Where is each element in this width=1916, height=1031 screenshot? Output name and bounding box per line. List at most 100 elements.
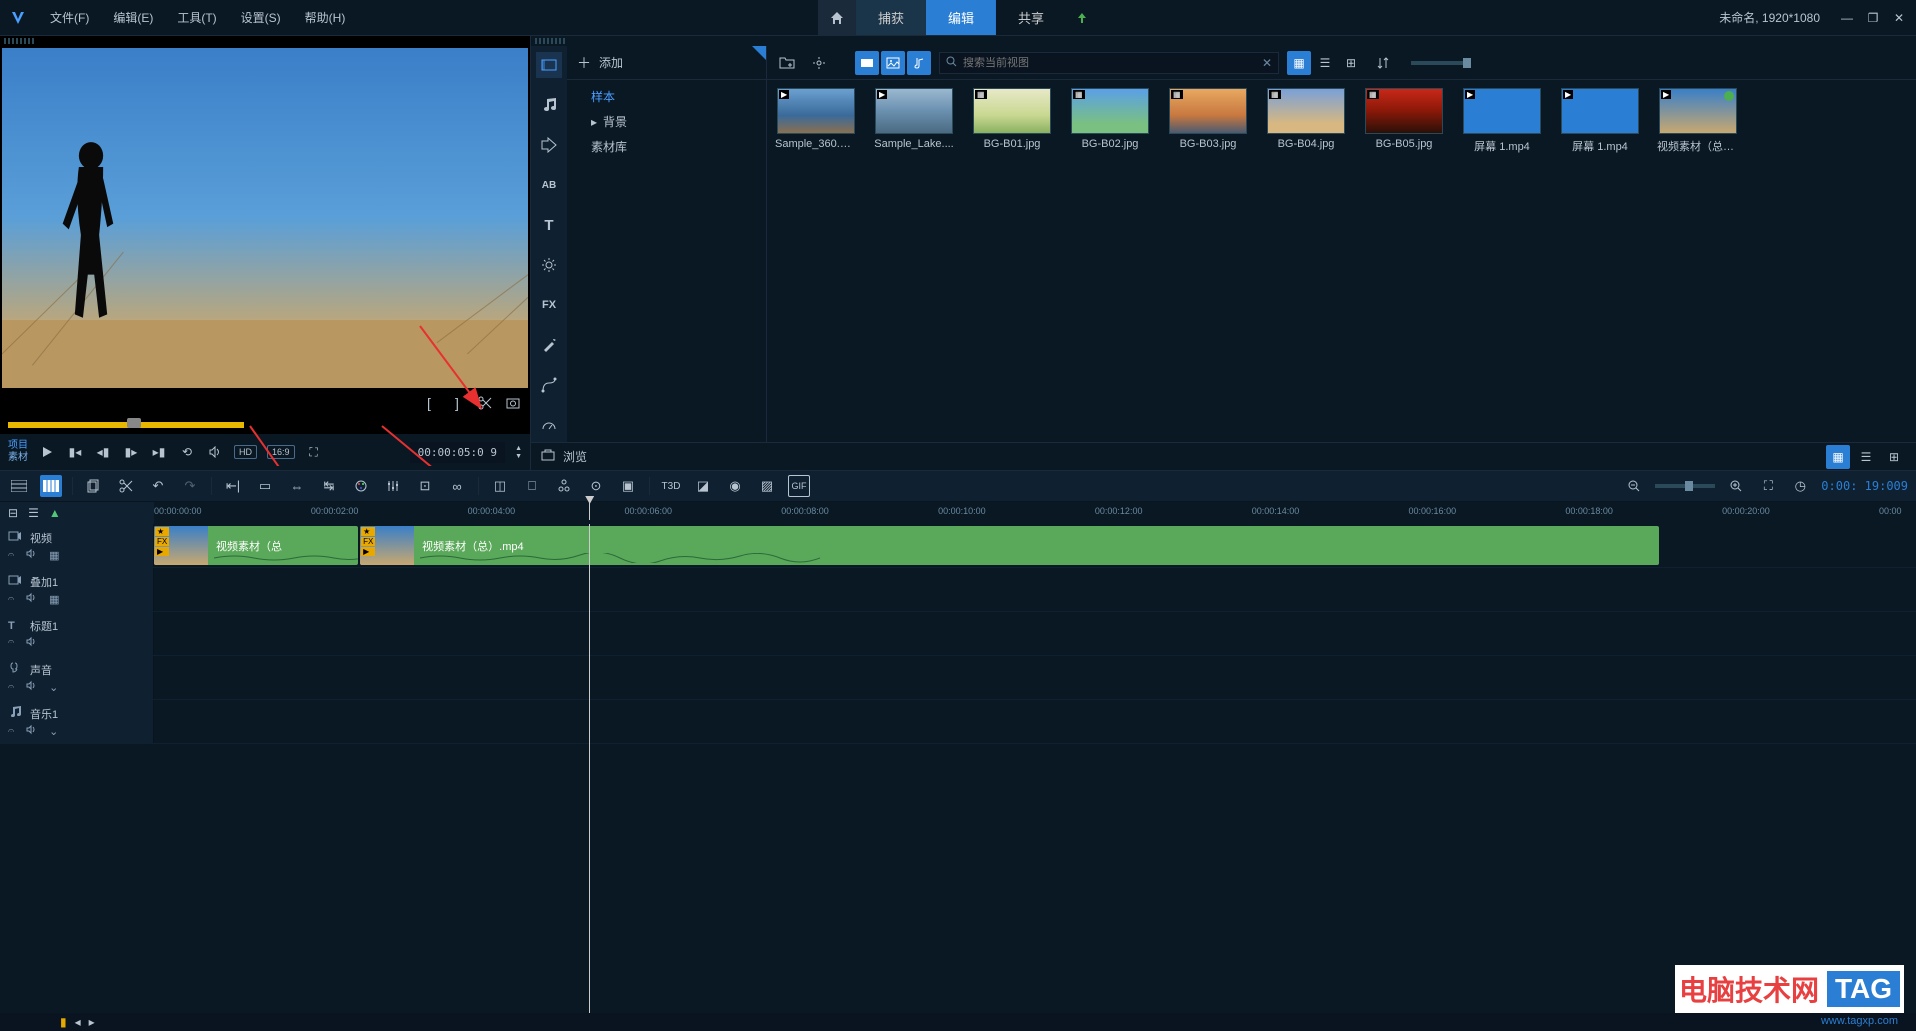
- tree-assets[interactable]: 素材库: [567, 134, 766, 159]
- cut-toolbar-button[interactable]: [115, 475, 137, 497]
- track-body[interactable]: [154, 656, 1916, 699]
- path-tab-icon[interactable]: [536, 372, 562, 398]
- corner-tag[interactable]: [752, 46, 766, 60]
- fit-button[interactable]: ⛶: [1757, 475, 1779, 497]
- search-field[interactable]: [963, 57, 1256, 69]
- go-end-button[interactable]: ▸▮: [150, 443, 168, 461]
- subtitle-button[interactable]: ⎕: [521, 475, 543, 497]
- link-button[interactable]: ∞: [446, 475, 468, 497]
- status-next[interactable]: ▸: [89, 1015, 95, 1029]
- menu-file[interactable]: 文件(F): [40, 5, 99, 30]
- mute-icon[interactable]: [26, 592, 37, 606]
- close-button[interactable]: ✕: [1890, 9, 1908, 27]
- fx-tab-icon[interactable]: FX: [536, 292, 562, 318]
- library-thumb[interactable]: ▶ 屏幕 1.mp4: [1461, 88, 1543, 154]
- settings-gear-button[interactable]: [807, 51, 831, 75]
- volume-button[interactable]: [206, 443, 224, 461]
- next-frame-button[interactable]: ▮▸: [122, 443, 140, 461]
- playhead[interactable]: [589, 502, 590, 520]
- footer-view1[interactable]: ▦: [1826, 445, 1850, 469]
- adjust-button[interactable]: ▨: [756, 475, 778, 497]
- zoom-out-button[interactable]: [1623, 475, 1645, 497]
- mask-button[interactable]: ▣: [617, 475, 639, 497]
- loop-button[interactable]: ⟲: [178, 443, 196, 461]
- menu-edit[interactable]: 编辑(E): [103, 5, 163, 30]
- mute-icon[interactable]: [26, 636, 37, 650]
- track-motion-button[interactable]: ⊙: [585, 475, 607, 497]
- track-head[interactable]: 叠加1 𝄐 ▦: [0, 568, 154, 611]
- preview-scrubber[interactable]: [0, 416, 530, 434]
- menu-tools[interactable]: 工具(T): [167, 5, 226, 30]
- library-thumb[interactable]: ▶ 视频素材（总）...: [1657, 88, 1739, 154]
- pan-button[interactable]: ⊡: [414, 475, 436, 497]
- preview-timecode[interactable]: 00:00:05:0 9: [410, 442, 505, 463]
- clip[interactable]: ★FX▶ 视频素材（总: [154, 526, 358, 565]
- chevron-down-icon[interactable]: ⌄: [49, 681, 58, 694]
- title-tab-icon[interactable]: T: [536, 212, 562, 238]
- sort-button[interactable]: [1371, 51, 1395, 75]
- mute-icon[interactable]: [26, 724, 37, 738]
- track-body[interactable]: [154, 700, 1916, 743]
- timeline-view-button[interactable]: [40, 475, 62, 497]
- mode-clip[interactable]: 素材: [8, 452, 28, 464]
- tab-capture[interactable]: 捕获: [856, 0, 926, 35]
- playhead-line[interactable]: [589, 524, 590, 1013]
- copy-button[interactable]: [83, 475, 105, 497]
- t3d-button[interactable]: T3D: [660, 475, 682, 497]
- settings-tab-icon[interactable]: [536, 252, 562, 278]
- media-tab-icon[interactable]: [536, 52, 562, 78]
- filter-photo-button[interactable]: [881, 51, 905, 75]
- overlay-tab-icon[interactable]: AB: [536, 172, 562, 198]
- crop-button[interactable]: ▭: [254, 475, 276, 497]
- add-button-label[interactable]: 添加: [599, 54, 623, 71]
- track-head[interactable]: 声音 𝄐 ⌄: [0, 656, 154, 699]
- preview-grip[interactable]: [4, 38, 34, 44]
- track-body[interactable]: [154, 612, 1916, 655]
- record-button[interactable]: ◉: [724, 475, 746, 497]
- track-body[interactable]: ★FX▶ 视频素材（总 ★FX▶ 视频素材（总）.mp4: [154, 524, 1916, 567]
- view-list-button[interactable]: ☰: [1313, 51, 1337, 75]
- redo-button[interactable]: ↷: [179, 475, 201, 497]
- library-thumb[interactable]: ▶ Sample_Lake....: [873, 88, 955, 154]
- storyboard-view-button[interactable]: [8, 475, 30, 497]
- track-head[interactable]: 音乐1 𝄐 ⌄: [0, 700, 154, 743]
- track-head[interactable]: T标题1 𝄐: [0, 612, 154, 655]
- magic-tab-icon[interactable]: [536, 332, 562, 358]
- tab-home[interactable]: [818, 0, 856, 35]
- library-thumb[interactable]: ▦ BG-B04.jpg: [1265, 88, 1347, 154]
- menu-help[interactable]: 帮助(H): [295, 5, 356, 30]
- link-icon[interactable]: 𝄐: [8, 636, 14, 649]
- view-grid-button[interactable]: ⊞: [1339, 51, 1363, 75]
- color-button[interactable]: [350, 475, 372, 497]
- prev-frame-button[interactable]: ◂▮: [94, 443, 112, 461]
- tab-share[interactable]: 共享: [996, 0, 1066, 35]
- footer-view3[interactable]: ⊞: [1882, 445, 1906, 469]
- search-input[interactable]: ✕: [939, 52, 1279, 74]
- filter-video-button[interactable]: [855, 51, 879, 75]
- library-thumb[interactable]: ▦ BG-B03.jpg: [1167, 88, 1249, 154]
- preview-display[interactable]: [2, 48, 528, 388]
- go-start-button[interactable]: ▮◂: [66, 443, 84, 461]
- mute-icon[interactable]: [26, 548, 37, 562]
- grid-icon[interactable]: ▦: [49, 593, 59, 606]
- fullscreen-button[interactable]: ⛶: [305, 443, 323, 461]
- library-thumb[interactable]: ▦ BG-B02.jpg: [1069, 88, 1151, 154]
- library-thumb[interactable]: ▦ BG-B05.jpg: [1363, 88, 1445, 154]
- library-grip[interactable]: [535, 38, 565, 44]
- library-thumb[interactable]: ▶ Sample_360.m...: [775, 88, 857, 154]
- tab-edit[interactable]: 编辑: [926, 0, 996, 35]
- grid-icon[interactable]: ▦: [49, 549, 59, 562]
- footer-view2[interactable]: ☰: [1854, 445, 1878, 469]
- clear-search-icon[interactable]: ✕: [1262, 56, 1272, 70]
- library-thumb[interactable]: ▶ 屏幕 1.mp4: [1559, 88, 1641, 154]
- track-opts-2[interactable]: ☰: [28, 506, 39, 520]
- ratio-badge[interactable]: 16:9: [267, 445, 295, 459]
- transition-tab-icon[interactable]: [536, 132, 562, 158]
- minimize-button[interactable]: —: [1838, 9, 1856, 27]
- track-body[interactable]: [154, 568, 1916, 611]
- play-button[interactable]: [38, 443, 56, 461]
- status-prev[interactable]: ◂: [75, 1015, 81, 1029]
- maximize-button[interactable]: ❐: [1864, 9, 1882, 27]
- library-thumb[interactable]: ▦ BG-B01.jpg: [971, 88, 1053, 154]
- slide-button[interactable]: ↹: [318, 475, 340, 497]
